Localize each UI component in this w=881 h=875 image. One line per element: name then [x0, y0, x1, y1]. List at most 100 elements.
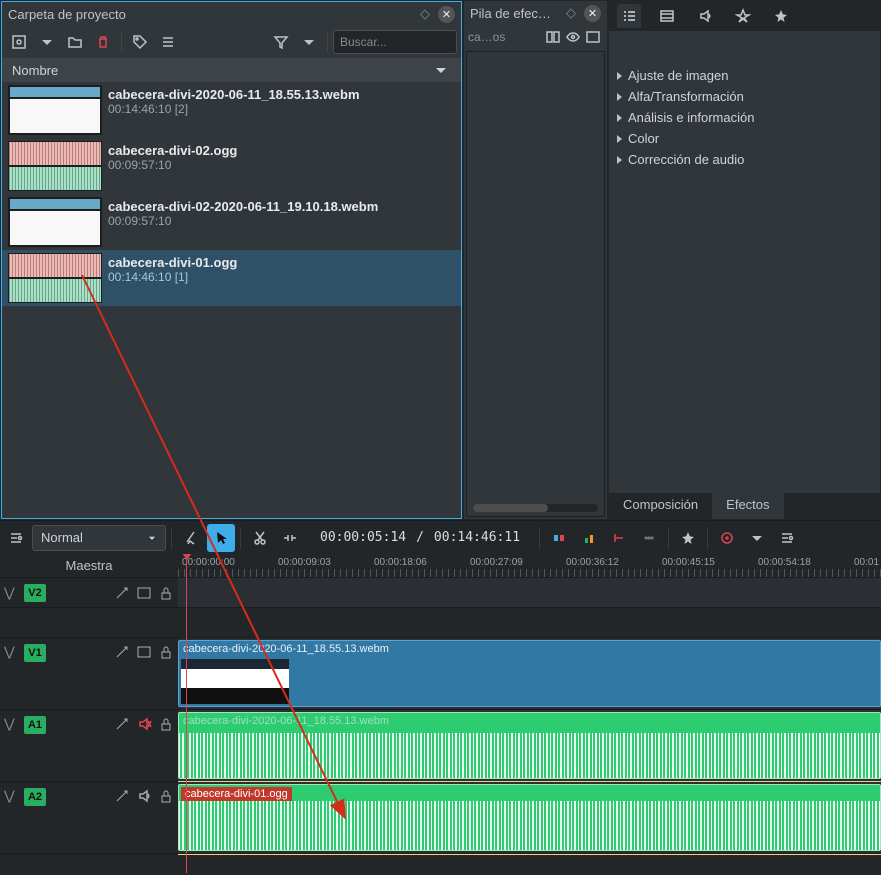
- filter-button[interactable]: [268, 29, 294, 55]
- total-time-display: 00:14:46:11: [430, 530, 524, 545]
- favorite-effects-button[interactable]: [674, 524, 702, 552]
- close-icon[interactable]: ✕: [438, 6, 455, 23]
- options-button[interactable]: [155, 29, 181, 55]
- fx-category[interactable]: Corrección de audio: [615, 149, 874, 170]
- lane-a1[interactable]: cabecera-divi-2020-06-11_18.55.13.webm: [178, 710, 881, 782]
- add-clip-button[interactable]: [6, 29, 32, 55]
- mixer-button[interactable]: [575, 524, 603, 552]
- chevron-down-icon[interactable]: [431, 60, 451, 80]
- preview-render-button[interactable]: [713, 524, 741, 552]
- playhead[interactable]: [186, 554, 187, 873]
- fx-category[interactable]: Análisis e información: [615, 107, 874, 128]
- bin-item[interactable]: cabecera-divi-2020-06-11_18.55.13.webm 0…: [2, 82, 461, 138]
- fx-tab-tree[interactable]: [617, 4, 641, 28]
- track-area[interactable]: 00:00:00:00 00:00:09:03 00:00:18:06 00:0…: [178, 554, 881, 873]
- project-bin-title: Carpeta de proyecto: [8, 7, 416, 22]
- clip-drop-label: cabecera-divi-01.ogg: [181, 787, 292, 801]
- lock-icon[interactable]: [158, 788, 174, 804]
- fx-tab-video[interactable]: [655, 4, 679, 28]
- track-header-a1[interactable]: ⋁ A1: [0, 710, 178, 782]
- timeline-clip-audio[interactable]: cabecera-divi-2020-06-11_18.55.13.webm: [178, 712, 881, 779]
- fx-tab-audio[interactable]: [693, 4, 717, 28]
- expand-icon: [617, 135, 622, 143]
- fx-category[interactable]: Alfa/Transformación: [615, 86, 874, 107]
- ruler-tick: 00:01: [854, 557, 879, 568]
- pin-icon[interactable]: ◇: [416, 6, 434, 22]
- track-header-v2[interactable]: ⋁ V2: [0, 578, 178, 608]
- effects-icon[interactable]: [114, 585, 130, 601]
- mute-icon[interactable]: [136, 716, 152, 732]
- lock-icon[interactable]: [158, 716, 174, 732]
- search-input[interactable]: Buscar...: [333, 30, 457, 54]
- fx-category[interactable]: Ajuste de imagen: [615, 65, 874, 86]
- track-badge: V1: [24, 644, 46, 662]
- track-header-v1[interactable]: ⋁ V1: [0, 638, 178, 710]
- timeline-ruler[interactable]: 00:00:00:00 00:00:09:03 00:00:18:06 00:0…: [178, 554, 881, 578]
- lane-v1[interactable]: cabecera-divi-2020-06-11_18.55.13.webm: [178, 638, 881, 710]
- delete-clip-button[interactable]: [90, 29, 116, 55]
- close-icon[interactable]: ✕: [584, 5, 601, 22]
- horizontal-scrollbar[interactable]: [473, 504, 598, 512]
- expand-icon: [617, 72, 622, 80]
- add-clip-dropdown[interactable]: [34, 29, 60, 55]
- bin-column-header[interactable]: Nombre: [2, 58, 461, 82]
- cut-button[interactable]: [246, 524, 274, 552]
- effects-icon[interactable]: [114, 644, 130, 660]
- pin-icon[interactable]: ◇: [562, 5, 580, 21]
- clip-name: cabecera-divi-01.ogg: [108, 255, 237, 270]
- effect-stack-menu-icon[interactable]: [583, 27, 603, 47]
- effects-icon[interactable]: [114, 716, 130, 732]
- timeline-clip-video[interactable]: cabecera-divi-2020-06-11_18.55.13.webm: [178, 640, 881, 707]
- track-badge: A2: [24, 788, 46, 806]
- effect-stack-body: [466, 51, 605, 517]
- clip-name: cabecera-divi-02-2020-06-11_19.10.18.web…: [108, 199, 378, 214]
- track-header-a2[interactable]: ⋁ A2: [0, 782, 178, 854]
- timeline-clip-audio-drop[interactable]: cabecera-divi-01.ogg: [178, 784, 881, 851]
- clip-duration: 00:09:57:10: [108, 158, 237, 172]
- stack-source-label: ca…os: [468, 30, 505, 44]
- clip-name: cabecera-divi-02.ogg: [108, 143, 237, 158]
- timeline-settings-button[interactable]: [773, 524, 801, 552]
- edit-mode-select[interactable]: Normal: [32, 525, 166, 551]
- selection-tool-button[interactable]: [207, 524, 235, 552]
- current-time-display[interactable]: 00:00:05:14: [316, 530, 410, 545]
- bin-item[interactable]: cabecera-divi-02.ogg 00:09:57:10: [2, 138, 461, 194]
- track-compositing-button[interactable]: [545, 524, 573, 552]
- razor-tool-button[interactable]: [177, 524, 205, 552]
- tab-effects[interactable]: Efectos: [712, 493, 783, 519]
- lane-a2[interactable]: cabecera-divi-01.ogg: [178, 782, 881, 854]
- collapse-icon[interactable]: ⋁: [4, 585, 18, 601]
- filter-dropdown[interactable]: [296, 29, 322, 55]
- effects-icon[interactable]: [114, 788, 130, 804]
- fx-category[interactable]: Color: [615, 128, 874, 149]
- bin-item-selected[interactable]: cabecera-divi-01.ogg 00:14:46:10 [1]: [2, 250, 461, 306]
- lane-v2[interactable]: [178, 578, 881, 608]
- bin-list: cabecera-divi-2020-06-11_18.55.13.webm 0…: [2, 82, 461, 518]
- collapse-icon[interactable]: ⋁: [4, 788, 18, 804]
- fx-tab-custom[interactable]: [731, 4, 755, 28]
- track-headers: Maestra ⋁ V2 ⋁ V1 ⋁ A1: [0, 554, 178, 873]
- bin-item[interactable]: cabecera-divi-02-2020-06-11_19.10.18.web…: [2, 194, 461, 250]
- configure-tracks-button[interactable]: [2, 524, 30, 552]
- thumbnails-icon[interactable]: [136, 644, 152, 660]
- zone-in-button[interactable]: [605, 524, 633, 552]
- split-view-icon[interactable]: [543, 27, 563, 47]
- master-track-label[interactable]: Maestra: [0, 554, 178, 578]
- thumbnails-icon[interactable]: [136, 585, 152, 601]
- tab-composition[interactable]: Composición: [609, 493, 712, 519]
- collapse-icon[interactable]: ⋁: [4, 644, 18, 660]
- fx-tab-favorite[interactable]: [769, 4, 793, 28]
- collapse-icon[interactable]: ⋁: [4, 716, 18, 732]
- effect-stack-title: Pila de efec…: [470, 6, 562, 21]
- audio-icon[interactable]: [136, 788, 152, 804]
- expand-icon: [617, 156, 622, 164]
- tag-button[interactable]: [127, 29, 153, 55]
- spacer-tool-button[interactable]: [276, 524, 304, 552]
- visible-icon[interactable]: [563, 27, 583, 47]
- lock-icon[interactable]: [158, 585, 174, 601]
- zone-out-button[interactable]: [635, 524, 663, 552]
- new-folder-button[interactable]: [62, 29, 88, 55]
- preview-dropdown[interactable]: [743, 524, 771, 552]
- clip-duration: 00:09:57:10: [108, 214, 378, 228]
- lock-icon[interactable]: [158, 644, 174, 660]
